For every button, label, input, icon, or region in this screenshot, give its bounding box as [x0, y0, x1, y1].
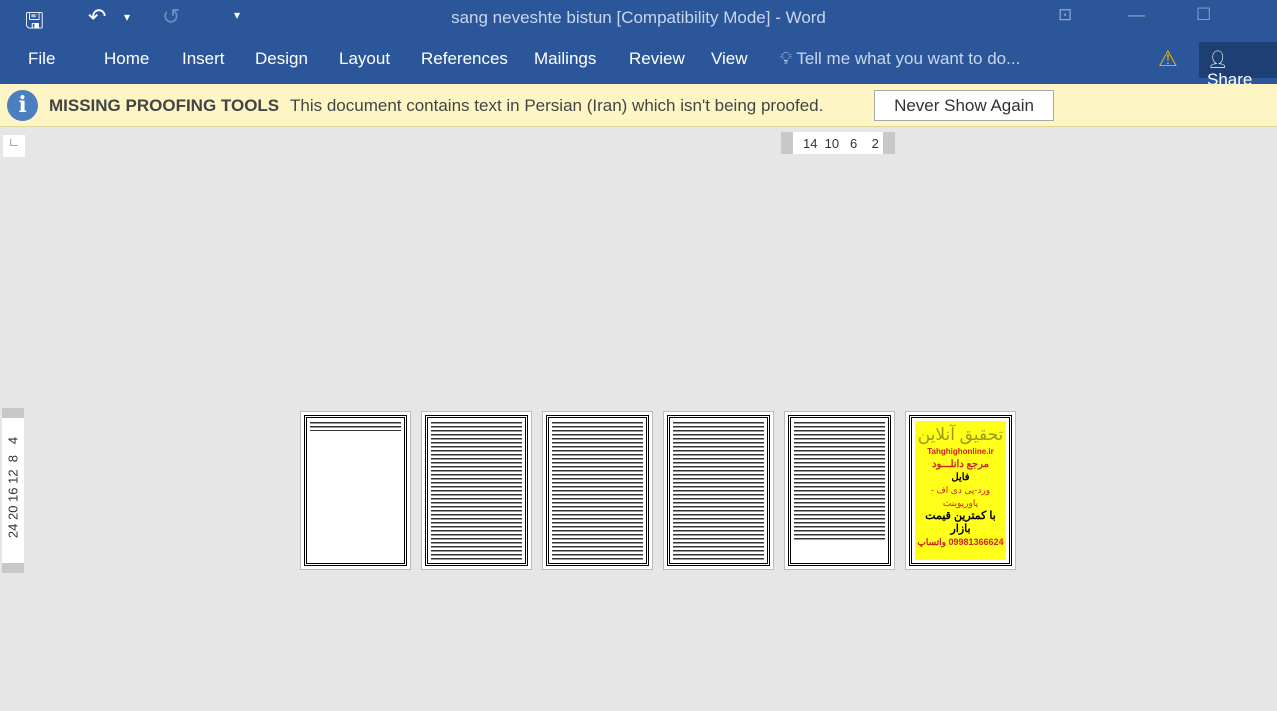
ad-text: فایل: [951, 472, 970, 483]
page-thumbnail-4[interactable]: [663, 411, 774, 570]
tab-home[interactable]: Home: [104, 49, 149, 69]
ad-text: Tahghighonline.ir: [927, 447, 994, 456]
maximize-icon[interactable]: ☐: [1196, 5, 1211, 25]
ribbon-display-options-icon[interactable]: ⊡: [1058, 5, 1072, 25]
page-thumbnail-2[interactable]: [421, 411, 532, 570]
advertisement-image: تحقیق آنلاین Tahghighonline.ir مرجع دانل…: [915, 421, 1006, 560]
lightbulb-icon: 💡︎: [780, 49, 792, 68]
ribbon-tabs: File Home Insert Design Layout Reference…: [0, 36, 1277, 89]
tell-me-text: Tell me what you want to do...: [796, 49, 1021, 68]
tab-insert[interactable]: Insert: [182, 49, 225, 69]
minimize-icon[interactable]: —: [1128, 5, 1145, 25]
ruler-numbers: 24 20 16 12 8 4: [5, 436, 21, 539]
ad-text: مرجع دانلـــود: [932, 459, 989, 470]
message-text: This document contains text in Persian (…: [290, 96, 824, 115]
message-title: MISSING PROOFING TOOLS: [49, 96, 280, 115]
ad-text: 09981366624 واتساپ: [917, 537, 1004, 547]
person-icon: 👤︎: [1207, 50, 1229, 69]
ad-text: با کمترین قیمت بازار: [925, 510, 996, 535]
vertical-ruler[interactable]: 24 20 16 12 8 4: [2, 408, 24, 573]
tell-me-box[interactable]: 💡︎ Tell me what you want to do...: [780, 49, 1020, 69]
tab-design[interactable]: Design: [255, 49, 308, 69]
page-thumbnail-3[interactable]: [542, 411, 653, 570]
never-show-again-button[interactable]: Never Show Again: [874, 90, 1054, 121]
window-title: sang neveshte bistun [Compatibility Mode…: [451, 8, 826, 27]
tab-references[interactable]: References: [421, 49, 508, 69]
share-button[interactable]: 👤︎ Share: [1199, 42, 1277, 89]
tab-selector[interactable]: ∟: [3, 135, 25, 157]
warning-icon[interactable]: ⚠: [1158, 46, 1178, 72]
horizontal-ruler[interactable]: 14 10 6 2: [781, 132, 895, 154]
page-thumbnail-1[interactable]: [300, 411, 411, 570]
ad-text: ورد-پی دی اف - پاورپوینت: [930, 485, 991, 508]
ruler-numbers: 14 10 6 2: [803, 136, 879, 151]
tab-review[interactable]: Review: [629, 49, 685, 69]
info-icon: i: [7, 90, 38, 121]
page-thumbnail-5[interactable]: [784, 411, 895, 570]
title-bar: 🖫 ↶ ▾ ↺ ▾ sang neveshte bistun [Compatib…: [0, 0, 1277, 36]
message-bar: i MISSING PROOFING TOOLS This document c…: [0, 84, 1277, 127]
page-thumbnail-6[interactable]: تحقیق آنلاین Tahghighonline.ir مرجع دانل…: [905, 411, 1016, 570]
tab-file[interactable]: File: [28, 49, 55, 69]
ad-text: تحقیق آنلاین: [917, 425, 1004, 444]
tab-view[interactable]: View: [711, 49, 748, 69]
tab-mailings[interactable]: Mailings: [534, 49, 596, 69]
tab-layout[interactable]: Layout: [339, 49, 390, 69]
